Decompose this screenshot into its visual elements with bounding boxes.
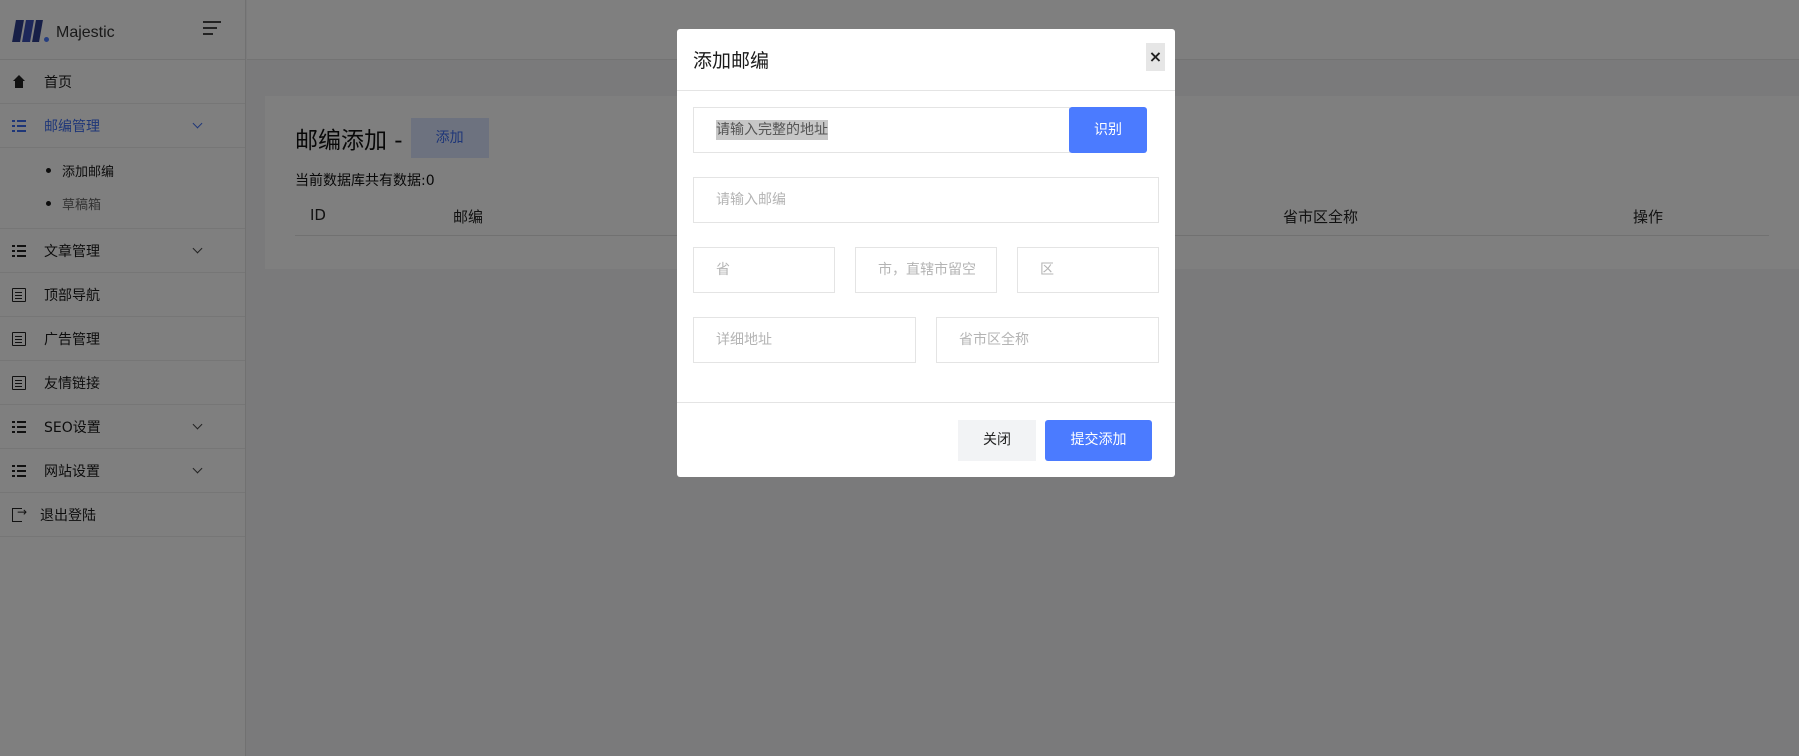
- modal-body: 请输入完整的地址 识别 请输入邮编 省 市，直辖市留空 区 详细地址 省市区全称: [677, 91, 1175, 403]
- close-button[interactable]: 关闭: [958, 420, 1036, 461]
- add-zipcode-modal: 添加邮编 × 请输入完整的地址 识别 请输入邮编 省 市，直辖市留空 区 详细地…: [677, 29, 1175, 477]
- submit-button[interactable]: 提交添加: [1045, 420, 1152, 461]
- recognize-button[interactable]: 识别: [1069, 107, 1147, 153]
- modal-header: 添加邮编 ×: [677, 29, 1175, 91]
- detail-address-input[interactable]: 详细地址: [693, 317, 916, 363]
- modal-title: 添加邮编: [693, 50, 770, 72]
- district-input[interactable]: 区: [1017, 247, 1159, 293]
- address-input-value: 请输入完整的地址: [716, 120, 828, 140]
- city-input[interactable]: 市，直辖市留空: [855, 247, 997, 293]
- zipcode-input[interactable]: 请输入邮编: [693, 177, 1159, 223]
- full-region-name-input[interactable]: 省市区全称: [936, 317, 1159, 363]
- address-input[interactable]: 请输入完整的地址: [693, 107, 1070, 153]
- modal-footer: 关闭 提交添加: [677, 403, 1175, 477]
- close-icon[interactable]: ×: [1146, 43, 1165, 71]
- province-input[interactable]: 省: [693, 247, 835, 293]
